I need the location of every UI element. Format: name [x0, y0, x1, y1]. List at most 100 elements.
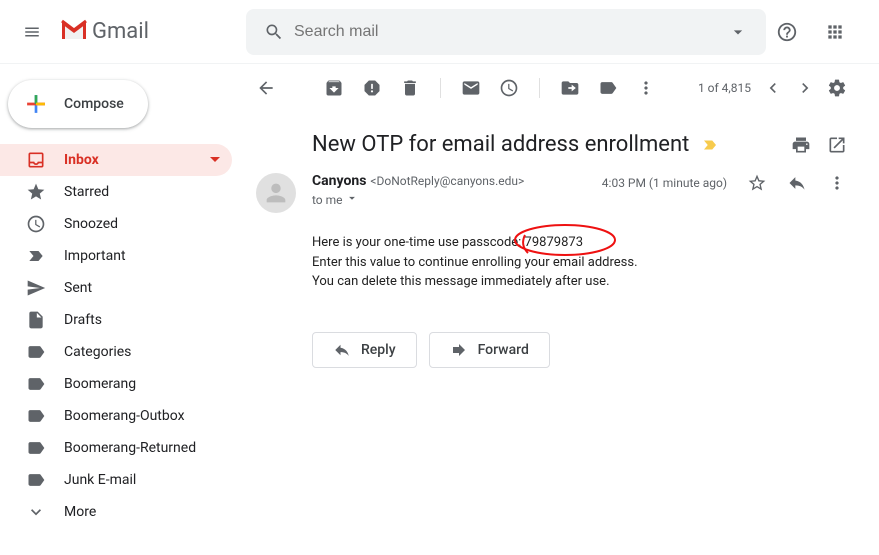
sidebar-item-snoozed[interactable]: Snoozed: [0, 208, 232, 240]
sidebar-item-label: Snoozed: [64, 216, 118, 232]
reply-icon: [333, 341, 351, 359]
star-outline-icon: [747, 173, 767, 193]
snooze-button[interactable]: [499, 78, 519, 98]
chevron-down-icon: [26, 502, 46, 522]
gmail-logo-text: Gmail: [92, 19, 149, 44]
label-icon: [598, 78, 618, 98]
to-text: to me: [312, 193, 343, 207]
next-button[interactable]: [795, 78, 815, 98]
labels-button[interactable]: [598, 78, 618, 98]
trash-icon: [400, 78, 420, 98]
body-line: You can delete this message immediately …: [312, 272, 847, 292]
clock-icon: [26, 214, 46, 234]
recipient-toggle[interactable]: to me: [312, 191, 602, 208]
print-button[interactable]: [791, 135, 811, 155]
sidebar-item-more[interactable]: More: [0, 496, 232, 528]
label-icon: [26, 470, 46, 490]
spam-icon: [362, 78, 382, 98]
body-line: Enter this value to continue enrolling y…: [312, 253, 847, 273]
sidebar-item-important[interactable]: Important: [0, 240, 232, 272]
hamburger-icon: [23, 23, 41, 41]
sidebar-item-label: Boomerang-Outbox: [64, 408, 185, 424]
sent-icon: [26, 278, 46, 298]
more-button[interactable]: [636, 78, 656, 98]
reply-button[interactable]: Reply: [312, 332, 417, 368]
sidebar-item-drafts[interactable]: Drafts: [0, 304, 232, 336]
email-body: Here is your one-time use passcode: 7987…: [312, 233, 847, 292]
open-new-window-button[interactable]: [827, 135, 847, 155]
settings-button[interactable]: [827, 78, 847, 98]
print-icon: [791, 135, 811, 155]
sidebar-item-sent[interactable]: Sent: [0, 272, 232, 304]
reply-icon: [787, 173, 807, 193]
clock-icon: [499, 78, 519, 98]
sidebar-item-label: Categories: [64, 344, 131, 360]
sender-avatar: [256, 173, 296, 213]
sidebar-item-boomerang[interactable]: Boomerang: [0, 368, 232, 400]
delete-button[interactable]: [400, 78, 420, 98]
inbox-icon: [26, 150, 46, 170]
chevron-right-icon: [795, 78, 815, 98]
important-icon: [26, 246, 46, 266]
compose-label: Compose: [64, 96, 124, 112]
email-subject: New OTP for email address enrollment: [312, 132, 689, 157]
sidebar-item-starred[interactable]: Starred: [0, 176, 232, 208]
body-line: Here is your one-time use passcode: 7987…: [312, 233, 847, 253]
apps-grid-icon: [825, 22, 845, 42]
sidebar-item-categories[interactable]: Categories: [0, 336, 232, 368]
back-button[interactable]: [256, 78, 276, 98]
sidebar-item-label: Boomerang-Returned: [64, 440, 196, 456]
sidebar-item-label: Junk E-mail: [64, 472, 136, 488]
sidebar-item-junk[interactable]: Junk E-mail: [0, 464, 232, 496]
sender-name: Canyons: [312, 173, 366, 189]
search-input[interactable]: [294, 23, 718, 41]
forward-button[interactable]: Forward: [429, 332, 550, 368]
support-button[interactable]: [767, 12, 807, 52]
important-marker[interactable]: [701, 136, 719, 154]
help-icon: [776, 21, 798, 43]
move-to-button[interactable]: [560, 78, 580, 98]
search-options-dropdown[interactable]: [718, 22, 758, 42]
compose-plus-icon: [20, 88, 52, 120]
sidebar-item-inbox[interactable]: Inbox: [0, 144, 232, 176]
sidebar-item-label: Important: [64, 248, 126, 264]
inbox-caret[interactable]: [210, 152, 220, 168]
chevron-left-icon: [763, 78, 783, 98]
prev-button[interactable]: [763, 78, 783, 98]
sidebar: Compose Inbox Starred Snoozed Important: [0, 64, 240, 555]
sidebar-item-label: Sent: [64, 280, 92, 296]
folder-icon: [560, 78, 580, 98]
important-marker-icon: [701, 136, 719, 154]
sidebar-item-label: Inbox: [64, 152, 99, 168]
sidebar-item-label: More: [64, 504, 96, 520]
toolbar: 1 of 4,815: [240, 64, 863, 112]
label-icon: [26, 406, 46, 426]
mail-icon: [461, 78, 481, 98]
arrow-back-icon: [256, 78, 276, 98]
reply-icon-button[interactable]: [787, 173, 807, 193]
caret-down-icon: [345, 191, 359, 208]
search-bar[interactable]: [246, 9, 766, 55]
forward-label: Forward: [478, 342, 529, 358]
archive-button[interactable]: [324, 78, 344, 98]
separator: [539, 78, 540, 98]
gmail-logo[interactable]: Gmail: [56, 19, 246, 45]
report-spam-button[interactable]: [362, 78, 382, 98]
main-menu-button[interactable]: [8, 8, 56, 56]
search-icon: [254, 22, 294, 42]
sidebar-item-boomerang-outbox[interactable]: Boomerang-Outbox: [0, 400, 232, 432]
mark-unread-button[interactable]: [461, 78, 481, 98]
sidebar-item-label: Drafts: [64, 312, 102, 328]
sidebar-item-boomerang-returned[interactable]: Boomerang-Returned: [0, 432, 232, 464]
message-more-button[interactable]: [827, 173, 847, 193]
label-icon: [26, 438, 46, 458]
gear-icon: [827, 78, 847, 98]
apps-button[interactable]: [815, 12, 855, 52]
compose-button[interactable]: Compose: [8, 80, 148, 128]
reply-label: Reply: [361, 342, 396, 358]
gmail-logo-icon: [60, 19, 88, 45]
more-vert-icon: [636, 78, 656, 98]
forward-icon: [450, 341, 468, 359]
star-button[interactable]: [747, 173, 767, 193]
caret-down-icon: [728, 22, 748, 42]
